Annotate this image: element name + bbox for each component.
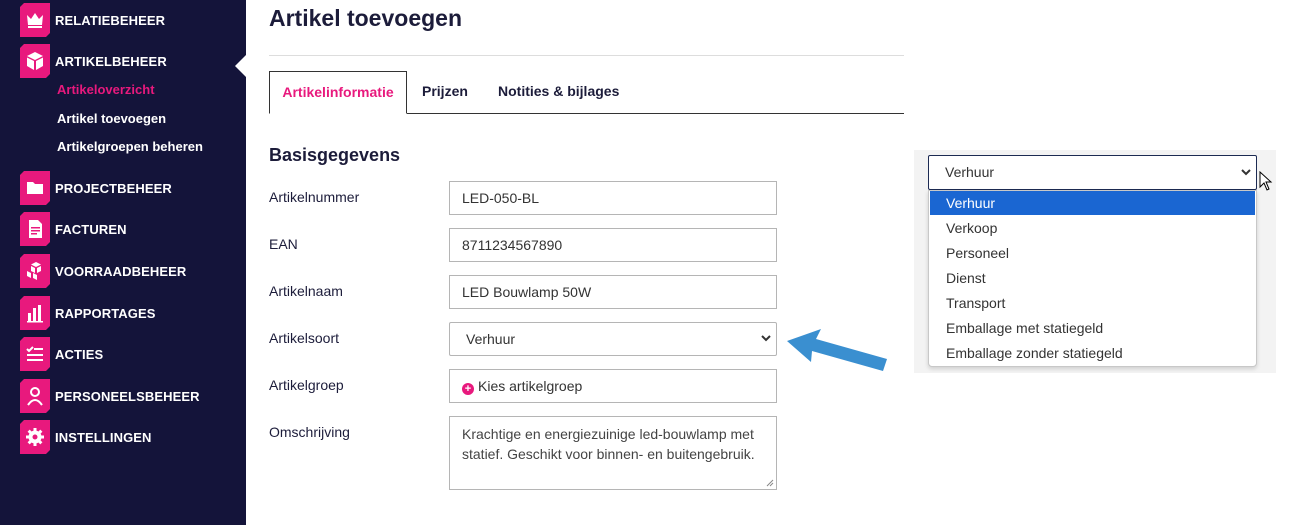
dropdown-selected-value: Verhuur: [945, 164, 995, 180]
tab-artikelinformatie[interactable]: Artikelinformatie: [269, 71, 407, 114]
mouse-cursor-icon: [1259, 171, 1273, 191]
sidebar-item-label: PERSONEELSBEHEER: [55, 388, 200, 404]
chevron-down-icon: [761, 335, 771, 342]
resize-grip-icon[interactable]: [766, 479, 774, 487]
sidebar-item-label: RAPPORTAGES: [55, 305, 156, 321]
dropdown-option[interactable]: Transport: [930, 291, 1255, 315]
sidebar-item-relatiebeheer[interactable]: RELATIEBEHEER: [0, 2, 246, 38]
crown-icon: [20, 3, 50, 37]
sidebar-subitem-artikelgroepen-beheren[interactable]: Artikelgroepen beheren: [57, 139, 203, 154]
dropdown-option[interactable]: Verkoop: [930, 216, 1255, 240]
soort-dropdown-select[interactable]: Verhuur: [928, 155, 1257, 190]
sidebar-item-label: VOORRAADBEHEER: [55, 263, 187, 279]
dropdown-option[interactable]: Dienst: [930, 266, 1255, 290]
sidebar-item-acties[interactable]: ACTIES: [0, 336, 246, 372]
person-icon: [20, 379, 50, 413]
bar-chart-icon: [20, 296, 50, 330]
artikelsoort-label: Artikelsoort: [269, 330, 340, 346]
sidebar-item-label: FACTUREN: [55, 221, 127, 237]
omschrijving-value: Krachtige en energiezuinige led-bouwlamp…: [462, 426, 755, 462]
active-section-caret: [235, 55, 246, 77]
artikelgroep-label: Artikelgroep: [269, 377, 344, 393]
artikelnaam-label: Artikelnaam: [269, 283, 343, 299]
omschrijving-textarea[interactable]: Krachtige en energiezuinige led-bouwlamp…: [449, 416, 777, 490]
sidebar-item-label: ACTIES: [55, 346, 104, 362]
sidebar-item-instellingen[interactable]: INSTELLINGEN: [0, 419, 246, 455]
artikelsoort-value: Verhuur: [466, 331, 516, 347]
sidebar-item-label: RELATIEBEHEER: [55, 12, 166, 28]
sidebar-item-rapportages[interactable]: RAPPORTAGES: [0, 295, 246, 331]
artikelnummer-input[interactable]: LED-050-BL: [449, 181, 777, 215]
folder-icon: [20, 171, 50, 205]
sidebar-item-label: INSTELLINGEN: [55, 429, 152, 445]
boxes-icon: [20, 254, 50, 288]
sidebar-item-voorraadbeheer[interactable]: VOORRAADBEHEER: [0, 253, 246, 289]
sidebar-item-personeelsbeheer[interactable]: PERSONEELSBEHEER: [0, 378, 246, 414]
sidebar-subitem-artikel-toevoegen[interactable]: Artikel toevoegen: [57, 111, 166, 126]
sidebar-item-label: PROJECTBEHEER: [55, 180, 172, 196]
sidebar: RELATIEBEHEER ARTIKELBEHEER Artikeloverz…: [0, 0, 246, 525]
page-title: Artikel toevoegen: [269, 5, 462, 31]
dropdown-option[interactable]: Emballage zonder statiegeld: [930, 341, 1255, 365]
sidebar-item-facturen[interactable]: FACTUREN: [0, 211, 246, 247]
artikelnummer-label: Artikelnummer: [269, 189, 360, 205]
ean-label: EAN: [269, 236, 298, 252]
tab-notities-bijlages[interactable]: Notities & bijlages: [498, 71, 619, 113]
artikelsoort-select[interactable]: Verhuur: [449, 322, 777, 356]
artikelnaam-input[interactable]: LED Bouwlamp 50W: [449, 275, 777, 309]
ean-input[interactable]: 8711234567890: [449, 228, 777, 262]
artikelgroep-value: Kies artikelgroep: [478, 378, 583, 394]
box-icon: [20, 44, 50, 78]
dropdown-option[interactable]: Personeel: [930, 241, 1255, 265]
dropdown-option[interactable]: Verhuur: [930, 191, 1255, 215]
dropdown-options-list: Verhuur Verkoop Personeel Dienst Transpo…: [928, 190, 1257, 367]
dropdown-option[interactable]: Emballage met statiegeld: [930, 316, 1255, 340]
artikelgroep-picker[interactable]: + Kies artikelgroep: [449, 369, 777, 403]
sidebar-item-projectbeheer[interactable]: PROJECTBEHEER: [0, 170, 246, 206]
sidebar-item-artikelbeheer[interactable]: ARTIKELBEHEER: [0, 43, 246, 79]
arrow-icon: [787, 329, 887, 371]
document-icon: [20, 212, 50, 246]
checklist-icon: [20, 337, 50, 371]
tab-bar: Artikelinformatie Prijzen Notities & bij…: [269, 71, 904, 114]
tab-prijzen[interactable]: Prijzen: [422, 71, 468, 113]
title-divider: [269, 55, 904, 56]
gear-icon: [20, 420, 50, 454]
section-title: Basisgegevens: [269, 145, 401, 165]
chevron-down-icon: [1241, 169, 1251, 176]
omschrijving-label: Omschrijving: [269, 424, 350, 440]
plus-circle-icon: +: [462, 383, 474, 395]
sidebar-item-label: ARTIKELBEHEER: [55, 53, 167, 69]
sidebar-subitem-artikeloverzicht[interactable]: Artikeloverzicht: [57, 82, 155, 97]
